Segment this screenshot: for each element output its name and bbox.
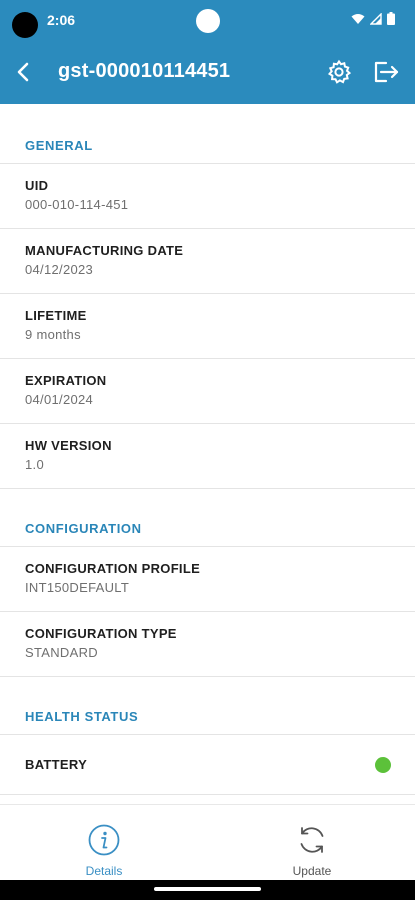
- info-circle-icon: [88, 824, 120, 856]
- row-label: CONFIGURATION TYPE: [25, 626, 177, 641]
- nav-details-tab[interactable]: Details: [54, 823, 154, 878]
- status-time: 2:06: [47, 12, 76, 28]
- exit-icon: [374, 61, 399, 83]
- system-navigation-bar: [0, 880, 415, 900]
- camera-cutout: [12, 12, 38, 38]
- row-label: MANUFACTURING DATE: [25, 243, 184, 258]
- row-uid: UID 000-010-114-451: [0, 164, 415, 229]
- row-value: INT150DEFAULT: [25, 580, 130, 595]
- nav-update-tab[interactable]: Update: [262, 823, 362, 878]
- gear-icon: [327, 59, 352, 84]
- logout-button[interactable]: [372, 59, 400, 85]
- row-lifetime: LIFETIME 9 months: [0, 294, 415, 359]
- battery-status-icon: [387, 12, 395, 25]
- row-value: 1.0: [25, 457, 44, 472]
- row-label: CONFIGURATION PROFILE: [25, 561, 201, 576]
- status-notification-dot: [196, 9, 220, 33]
- row-label: BATTERY: [25, 757, 88, 772]
- row-expiration: EXPIRATION 04/01/2024: [0, 359, 415, 424]
- row-label: EXPIRATION: [25, 373, 107, 388]
- row-value: STANDARD: [25, 645, 98, 660]
- device-details: GENERAL UID 000-010-114-451 MANUFACTURIN…: [0, 104, 415, 804]
- wifi-icon: [351, 13, 365, 24]
- row-label: HW VERSION: [25, 438, 112, 453]
- row-value: 04/12/2023: [25, 262, 94, 277]
- row-value: 04/01/2024: [25, 392, 94, 407]
- nav-details-label: Details: [85, 864, 123, 878]
- row-manufacturing-date: MANUFACTURING DATE 04/12/2023: [0, 229, 415, 294]
- home-gesture-handle[interactable]: [154, 887, 261, 891]
- section-configuration-title: CONFIGURATION: [0, 489, 415, 547]
- signal-icon: [370, 12, 382, 25]
- row-label: UID: [25, 178, 49, 193]
- status-bar: 2:06: [0, 0, 415, 40]
- row-hw-version: HW VERSION 1.0: [0, 424, 415, 489]
- back-button[interactable]: [10, 58, 38, 86]
- chevron-left-icon: [17, 62, 29, 82]
- settings-button[interactable]: [326, 59, 352, 85]
- section-health-status-title: HEALTH STATUS: [0, 677, 415, 735]
- row-label: LIFETIME: [25, 308, 87, 323]
- row-configuration-profile: CONFIGURATION PROFILE INT150DEFAULT: [0, 547, 415, 612]
- status-icons: [351, 12, 395, 25]
- section-general-title: GENERAL: [0, 104, 415, 164]
- row-value: 000-010-114-451: [25, 197, 129, 212]
- page-title: gst-000010114451: [58, 60, 231, 82]
- app-header: 2:06 gst-000010114451: [0, 0, 415, 104]
- row-configuration-type: CONFIGURATION TYPE STANDARD: [0, 612, 415, 677]
- nav-update-label: Update: [292, 864, 332, 878]
- refresh-icon: [300, 827, 324, 853]
- battery-status-indicator: [375, 757, 391, 773]
- row-value: 9 months: [25, 327, 81, 342]
- row-battery: BATTERY: [0, 735, 415, 795]
- bottom-navigation: Details Update: [0, 804, 415, 881]
